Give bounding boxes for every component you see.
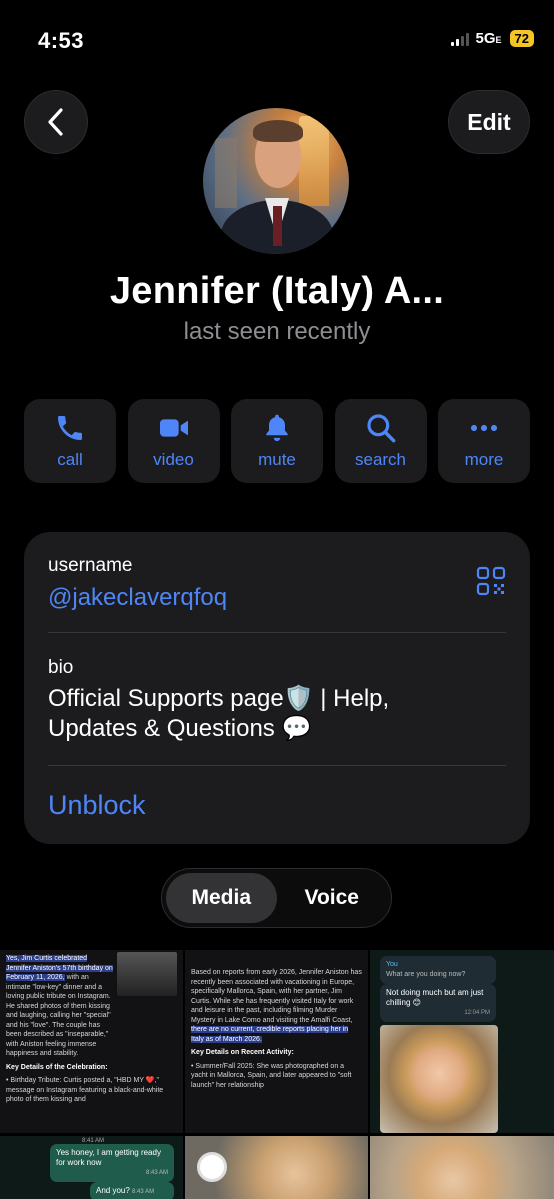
mute-label: mute: [258, 450, 296, 469]
last-seen-status: last seen recently: [183, 318, 371, 345]
call-label: call: [57, 450, 83, 469]
search-label: search: [354, 450, 407, 469]
video-button[interactable]: video: [127, 399, 220, 483]
more-label: more: [464, 450, 504, 469]
divider: [48, 632, 506, 633]
phone-icon: [58, 416, 82, 440]
profile-name: Jennifer (Italy) A...: [109, 270, 445, 312]
qr-code-icon[interactable]: [476, 566, 506, 596]
search-button[interactable]: search: [334, 399, 427, 483]
media-thumbnail[interactable]: Yes, Jim Curtis celebrated Jennifer Anis…: [0, 950, 183, 1133]
battery-icon: 72: [509, 30, 534, 47]
video-label: video: [153, 450, 194, 469]
chevron-left-icon: [48, 108, 63, 136]
status-indicators: 5GE 72: [450, 30, 534, 47]
unblock-button[interactable]: Unblock: [48, 790, 146, 821]
username-value[interactable]: @jakeclaverqfoq: [48, 584, 227, 612]
info-card: username @jakeclaverqfoq bio Official Su…: [24, 532, 530, 844]
media-thumbnail[interactable]: You What are you doing now? Not doing mu…: [370, 950, 554, 1133]
media-tabs: Media Voice: [161, 868, 392, 928]
divider: [48, 765, 506, 766]
mute-button[interactable]: mute: [231, 399, 323, 483]
back-button[interactable]: [24, 90, 88, 154]
more-icon: [470, 424, 498, 432]
media-grid: Yes, Jim Curtis celebrated Jennifer Anis…: [0, 950, 554, 1199]
bio-value: Official Supports page🛡️ | Help, Updates…: [48, 685, 390, 742]
avatar[interactable]: [203, 108, 349, 254]
media-thumbnail[interactable]: [185, 1136, 368, 1199]
search-icon: [366, 414, 395, 443]
call-button[interactable]: call: [24, 399, 116, 483]
username-label: username: [48, 555, 133, 576]
tab-media[interactable]: Media: [166, 873, 277, 923]
network-label: 5GE: [475, 30, 502, 47]
more-button[interactable]: more: [438, 399, 530, 483]
tab-voice[interactable]: Voice: [277, 873, 388, 923]
action-bar: call video mute search more: [24, 399, 530, 483]
bio-label: bio: [48, 657, 74, 678]
media-thumbnail[interactable]: Based on reports from early 2026, Jennif…: [185, 950, 368, 1133]
media-thumbnail[interactable]: [370, 1136, 554, 1199]
media-thumbnail[interactable]: 8:41 AM Yes honey, I am getting ready fo…: [0, 1136, 183, 1199]
bell-icon: [266, 414, 288, 442]
video-icon: [159, 419, 188, 437]
status-time: 4:53: [38, 28, 85, 53]
edit-button[interactable]: Edit: [448, 90, 530, 154]
signal-icon: [450, 32, 469, 46]
